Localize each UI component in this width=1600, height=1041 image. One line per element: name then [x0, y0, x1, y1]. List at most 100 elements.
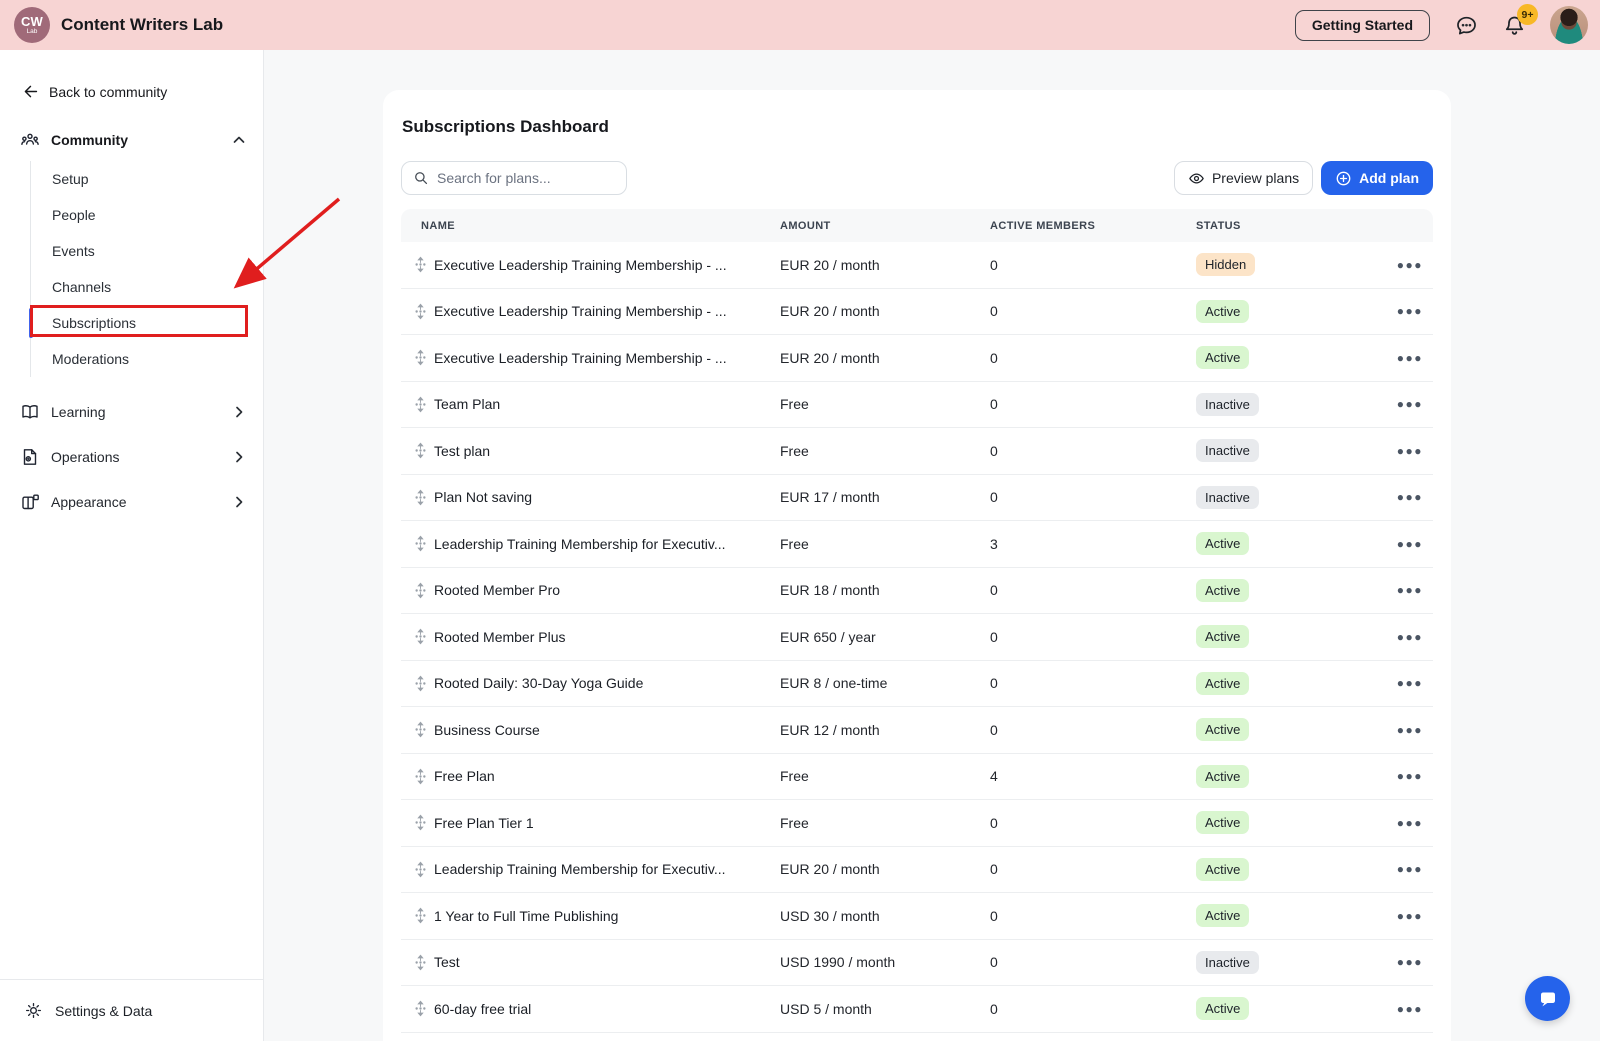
- sidebar-item-moderations[interactable]: Moderations: [31, 341, 263, 377]
- chevron-right-icon: [231, 449, 247, 465]
- drag-handle-icon[interactable]: [415, 721, 426, 738]
- sidebar-section-operations[interactable]: Operations: [0, 434, 263, 479]
- drag-handle-icon[interactable]: [415, 768, 426, 785]
- logo-initials: CW: [21, 15, 43, 28]
- row-menu-button[interactable]: ●●●: [1397, 955, 1423, 969]
- drag-handle-icon[interactable]: [415, 675, 426, 692]
- drag-handle-icon[interactable]: [415, 256, 426, 273]
- drag-handle-icon[interactable]: [415, 442, 426, 459]
- row-menu-button[interactable]: ●●●: [1397, 723, 1423, 737]
- chat-bubble-icon: [1536, 987, 1560, 1011]
- getting-started-button[interactable]: Getting Started: [1295, 10, 1430, 41]
- sidebar-section-community[interactable]: Community: [20, 128, 247, 152]
- plan-amount: EUR 17 / month: [780, 489, 990, 505]
- sidebar-sections: Learning Operations Appearance: [0, 389, 263, 524]
- drag-handle-icon[interactable]: [415, 954, 426, 971]
- table-row: Rooted Daily: 30-Day Yoga Guide EUR 8 / …: [401, 661, 1433, 708]
- search-input[interactable]: [401, 161, 627, 195]
- plan-active-members: 0: [990, 396, 1196, 412]
- sidebar-item-subscriptions[interactable]: Subscriptions: [31, 305, 263, 341]
- drag-handle-icon[interactable]: [415, 814, 426, 831]
- sidebar-item-events[interactable]: Events: [31, 233, 263, 269]
- drag-handle-icon[interactable]: [415, 396, 426, 413]
- drag-handle-icon[interactable]: [415, 628, 426, 645]
- table-body: Executive Leadership Training Membership…: [401, 242, 1433, 1033]
- chevron-up-icon[interactable]: [231, 132, 247, 148]
- row-menu-button[interactable]: ●●●: [1397, 816, 1423, 830]
- plan-amount: Free: [780, 815, 990, 831]
- messages-icon[interactable]: [1454, 13, 1478, 37]
- row-menu-button[interactable]: ●●●: [1397, 351, 1423, 365]
- row-menu-button[interactable]: ●●●: [1397, 676, 1423, 690]
- notifications-icon[interactable]: 9+: [1502, 13, 1526, 37]
- sidebar-item-setup[interactable]: Setup: [31, 161, 263, 197]
- row-menu-button[interactable]: ●●●: [1397, 769, 1423, 783]
- plan-name: Free Plan: [434, 768, 495, 784]
- top-bar: CW Lab Content Writers Lab Getting Start…: [0, 0, 1600, 50]
- row-menu-button[interactable]: ●●●: [1397, 397, 1423, 411]
- plan-name: Team Plan: [434, 396, 500, 412]
- community-logo[interactable]: CW Lab: [14, 7, 50, 43]
- back-to-community-link[interactable]: Back to community: [0, 50, 263, 100]
- sidebar-section-label: Learning: [51, 404, 106, 420]
- drag-handle-icon[interactable]: [415, 535, 426, 552]
- chat-launcher-button[interactable]: [1525, 976, 1570, 1021]
- table-row: Free Plan Tier 1 Free 0 Active ●●●: [401, 800, 1433, 847]
- brand: CW Lab Content Writers Lab: [14, 7, 223, 43]
- eye-icon: [1188, 170, 1205, 187]
- plan-active-members: 0: [990, 861, 1196, 877]
- row-menu-button[interactable]: ●●●: [1397, 583, 1423, 597]
- status-badge: Inactive: [1196, 393, 1259, 416]
- main-area: Subscriptions Dashboard Preview plans Ad…: [264, 0, 1600, 1041]
- plan-amount: Free: [780, 396, 990, 412]
- row-menu-button[interactable]: ●●●: [1397, 1002, 1423, 1016]
- file-gear-icon: [20, 447, 40, 467]
- plan-amount: EUR 12 / month: [780, 722, 990, 738]
- row-menu-button[interactable]: ●●●: [1397, 909, 1423, 923]
- plan-active-members: 0: [990, 722, 1196, 738]
- sidebar-item-channels[interactable]: Channels: [31, 269, 263, 305]
- community-subnav: Setup People Events Channels Subscriptio…: [30, 161, 263, 377]
- table-row: Free Plan Free 4 Active ●●●: [401, 754, 1433, 801]
- plan-amount: EUR 18 / month: [780, 582, 990, 598]
- table-row: Leadership Training Membership for Execu…: [401, 847, 1433, 894]
- sidebar-section-appearance[interactable]: Appearance: [0, 479, 263, 524]
- drag-handle-icon[interactable]: [415, 349, 426, 366]
- add-plan-button[interactable]: Add plan: [1321, 161, 1433, 195]
- table-row: Leadership Training Membership for Execu…: [401, 521, 1433, 568]
- sidebar-item-label: Subscriptions: [52, 315, 136, 331]
- drag-handle-icon[interactable]: [415, 489, 426, 506]
- drag-handle-icon[interactable]: [415, 1000, 426, 1017]
- table-row: Executive Leadership Training Membership…: [401, 289, 1433, 336]
- drag-handle-icon[interactable]: [415, 907, 426, 924]
- row-menu-button[interactable]: ●●●: [1397, 304, 1423, 318]
- user-avatar[interactable]: [1550, 6, 1588, 44]
- notification-count-badge: 9+: [1517, 4, 1538, 25]
- table-row: Team Plan Free 0 Inactive ●●●: [401, 382, 1433, 429]
- sidebar-item-people[interactable]: People: [31, 197, 263, 233]
- sidebar-section-learning[interactable]: Learning: [0, 389, 263, 434]
- toolbar: Preview plans Add plan: [401, 161, 1433, 195]
- row-menu-button[interactable]: ●●●: [1397, 537, 1423, 551]
- sidebar-item-label: People: [52, 207, 96, 223]
- settings-data-link[interactable]: Settings & Data: [0, 979, 263, 1041]
- row-menu-button[interactable]: ●●●: [1397, 630, 1423, 644]
- drag-handle-icon[interactable]: [415, 303, 426, 320]
- status-badge: Active: [1196, 904, 1249, 927]
- plan-amount: Free: [780, 536, 990, 552]
- drag-handle-icon[interactable]: [415, 861, 426, 878]
- row-menu-button[interactable]: ●●●: [1397, 862, 1423, 876]
- preview-plans-button[interactable]: Preview plans: [1174, 161, 1313, 195]
- plan-name: Test: [434, 954, 460, 970]
- plan-amount: EUR 8 / one-time: [780, 675, 990, 691]
- layout-icon: [20, 492, 40, 512]
- row-menu-button[interactable]: ●●●: [1397, 258, 1423, 272]
- plan-amount: EUR 20 / month: [780, 861, 990, 877]
- table-header: NAME AMOUNT ACTIVE MEMBERS STATUS: [401, 209, 1433, 242]
- drag-handle-icon[interactable]: [415, 582, 426, 599]
- plan-active-members: 0: [990, 350, 1196, 366]
- status-badge: Active: [1196, 579, 1249, 602]
- row-menu-button[interactable]: ●●●: [1397, 444, 1423, 458]
- row-menu-button[interactable]: ●●●: [1397, 490, 1423, 504]
- plan-name: Rooted Member Pro: [434, 582, 560, 598]
